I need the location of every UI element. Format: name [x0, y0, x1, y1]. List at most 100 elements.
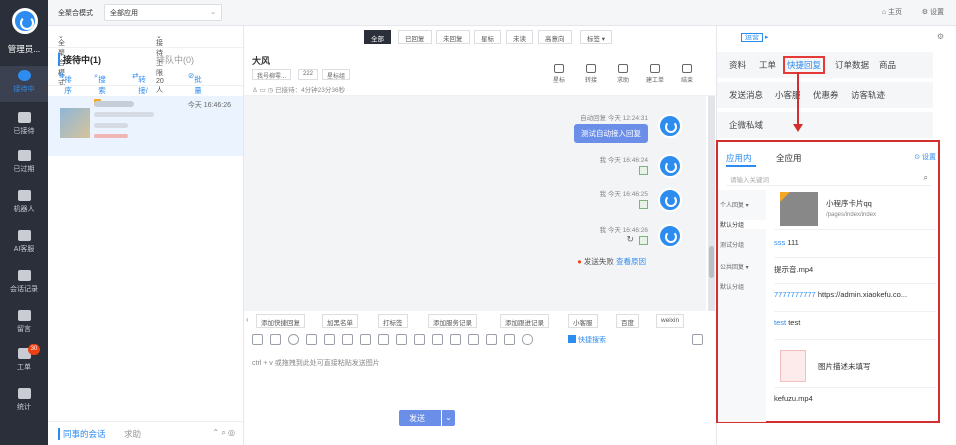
scissors-icon[interactable] — [306, 334, 317, 345]
nav-item-records[interactable]: 会话记录 — [0, 266, 48, 302]
tab-products[interactable]: 商品 — [879, 59, 896, 71]
transfer-chat-button[interactable]: 转接 — [580, 64, 602, 84]
followup-record-button[interactable]: 添加跟进记录 — [500, 314, 549, 328]
nav-item-tickets[interactable]: 工单 30 — [0, 344, 48, 380]
search-button[interactable]: ⌕ 搜索 — [94, 71, 106, 95]
tab-orders[interactable]: 订单数据 — [835, 59, 869, 71]
mini-kefu-button[interactable]: 小客服 — [568, 314, 598, 328]
transfer-button[interactable]: ⇄转接/接入 — [132, 71, 148, 117]
cat-default[interactable]: 默认分组 — [720, 220, 766, 229]
screen-icon[interactable] — [432, 334, 443, 345]
cat-public-default[interactable]: 默认分组 — [720, 282, 766, 291]
quick-reply-search[interactable]: 请输入关键词 ⌕ — [726, 172, 932, 186]
send-button[interactable]: 发送 ⌄ — [399, 410, 455, 426]
blacklist-button[interactable]: 加黑名单 — [322, 314, 358, 328]
home-link[interactable]: ⌂ 主页 — [882, 7, 902, 17]
tab-coupons[interactable]: 优惠券 — [813, 89, 839, 101]
nav-item-robot[interactable]: 机器人 — [0, 186, 48, 222]
batch-end-button[interactable]: ⊘批量结束 — [188, 71, 202, 117]
tab-wecom[interactable]: 企微私域 — [729, 119, 763, 131]
tab-profile[interactable]: 资料 — [729, 59, 746, 71]
tag-button[interactable]: 打标签 — [378, 314, 408, 328]
reply-item-image[interactable]: 图片描述未填写 — [774, 346, 936, 388]
nav-item-stats[interactable]: 统计 — [0, 384, 48, 420]
qrcode-icon[interactable] — [504, 334, 515, 345]
cat-personal[interactable]: 个人回复 ▾ — [720, 200, 766, 209]
tab-ticket[interactable]: 工单 — [759, 59, 776, 71]
chevron-left-icon[interactable]: ‹ — [246, 315, 249, 324]
image-icon[interactable] — [252, 334, 263, 345]
expand-icon[interactable] — [692, 334, 703, 345]
doc-icon[interactable] — [360, 334, 371, 345]
cat-test[interactable]: 测试分组 — [720, 240, 766, 249]
gear-icon[interactable]: ⚙ — [937, 32, 944, 41]
baidu-button[interactable]: 百度 — [616, 314, 639, 328]
reply-item-tip[interactable]: 提示音.mp4 — [774, 264, 936, 284]
tab-all-apps[interactable]: 全应用 — [776, 152, 802, 164]
tab-queue[interactable]: 排队中(0) — [156, 53, 194, 66]
mode-filter[interactable]: 全聚合模式 ⌄ — [58, 32, 65, 87]
scrollbar-thumb[interactable] — [709, 246, 714, 278]
filter-all[interactable]: 全部 — [364, 30, 391, 44]
reply-item-url[interactable]: 7777777777 https://admin.xiaokefu.co... — [774, 290, 936, 312]
tab-quick-reply[interactable]: 快捷回复 — [783, 56, 826, 74]
reply-item-card[interactable]: 小程序卡片qq /pages/index/index — [774, 190, 936, 230]
filter-star[interactable]: 星标 — [474, 30, 501, 44]
quick-search-toggle[interactable]: 快捷搜索 — [568, 335, 606, 345]
app-select[interactable]: 全部应用 ⌄ — [104, 4, 222, 21]
tab-help[interactable]: 求助 — [124, 428, 141, 440]
session-item[interactable]: 今天 16:46:26 — [48, 96, 243, 156]
clock-icon[interactable] — [270, 334, 281, 345]
sort-button[interactable]: ⇅ 排序 — [58, 71, 72, 95]
bag-icon[interactable] — [396, 334, 407, 345]
filter-intent[interactable]: 高意向 — [538, 30, 572, 44]
ops-select[interactable]: 运营 ▸ — [741, 32, 768, 42]
star-button[interactable]: 星标 — [548, 64, 570, 84]
weixin-button[interactable]: weixin — [656, 314, 685, 328]
limit-filter[interactable]: 接待上限20人 ⌄ — [156, 32, 164, 94]
template-icon[interactable] — [468, 334, 479, 345]
image-placeholder[interactable] — [639, 236, 648, 245]
tab-colleague-sessions[interactable]: 同事的会话 — [58, 428, 106, 440]
nav-item-messages[interactable]: 留言 — [0, 306, 48, 342]
order-icon[interactable] — [486, 334, 497, 345]
filter-unread[interactable]: 未读 — [506, 30, 533, 44]
emoji-icon[interactable] — [288, 334, 299, 345]
reply-item-sss[interactable]: sss 111 — [774, 238, 936, 258]
view-reason-link[interactable]: 查看原因 — [616, 257, 646, 266]
nav-item-expired[interactable]: 已过期 — [0, 146, 48, 182]
file-icon[interactable] — [450, 334, 461, 345]
folder-icon[interactable] — [324, 334, 335, 345]
filter-replied[interactable]: 已回复 — [398, 30, 432, 44]
image-placeholder[interactable] — [639, 166, 648, 175]
scrollbar[interactable] — [708, 96, 715, 311]
card-icon[interactable] — [414, 334, 425, 345]
search-icon[interactable]: ⌕ — [924, 173, 928, 183]
mic-icon[interactable] — [522, 334, 533, 345]
nav-item-serving[interactable]: 接待中 — [0, 66, 48, 102]
filter-unreplied[interactable]: 未回复 — [436, 30, 470, 44]
tab-visitor-track[interactable]: 访客轨迹 — [851, 89, 885, 101]
create-ticket-button[interactable]: 建工单 — [644, 64, 666, 84]
tab-serving[interactable]: 接待中(1) — [58, 53, 101, 66]
nav-item-served[interactable]: 已接待 — [0, 108, 48, 144]
help-button[interactable]: 求助 — [612, 64, 634, 84]
thumb-icon[interactable] — [378, 334, 389, 345]
tab-send-message[interactable]: 发送消息 — [729, 89, 763, 101]
quick-reply-settings[interactable]: ⊙ 设置 — [914, 152, 936, 162]
add-quick-reply-button[interactable]: 添加快捷回复 — [256, 314, 305, 328]
link-icon[interactable] — [342, 334, 353, 345]
reply-item-test[interactable]: test test — [774, 318, 936, 340]
reply-item-kefuzu[interactable]: kefuzu.mp4 — [774, 394, 936, 414]
image-placeholder[interactable] — [639, 200, 648, 209]
nav-item-ai[interactable]: AI客服 — [0, 226, 48, 262]
brand-logo[interactable] — [12, 8, 38, 34]
settings-link[interactable]: ⚙ 设置 — [922, 7, 944, 17]
chevron-down-icon[interactable]: ⌄ — [441, 410, 455, 426]
tab-in-app[interactable]: 应用内 — [726, 152, 752, 164]
end-button[interactable]: 结束 — [676, 64, 698, 84]
cat-public[interactable]: 公共回复 ▾ — [720, 262, 766, 271]
filter-tags[interactable]: 标签 ▾ — [580, 30, 613, 44]
service-record-button[interactable]: 添加服务记录 — [428, 314, 477, 328]
bottom-icons[interactable]: ⌃ ⌕ ◎ — [212, 428, 235, 438]
